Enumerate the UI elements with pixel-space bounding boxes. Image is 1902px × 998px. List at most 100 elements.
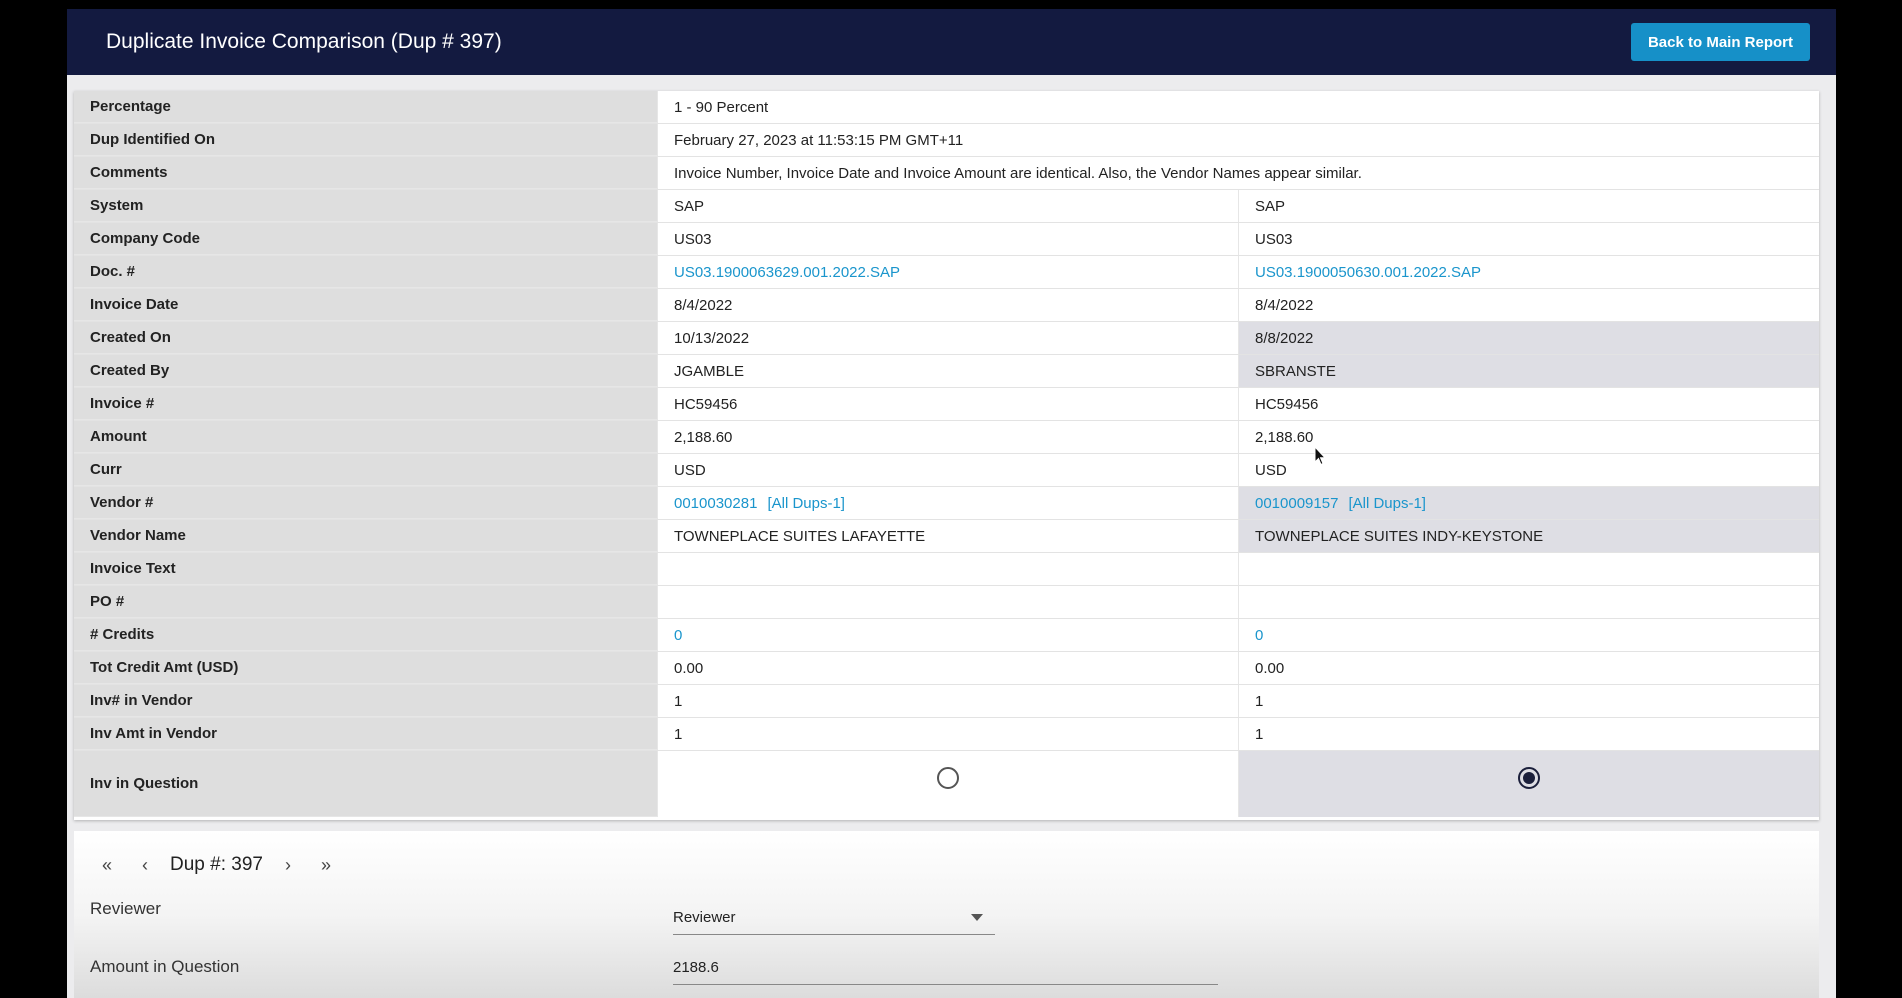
amount-in-question-label: Amount in Question <box>90 957 240 976</box>
row-amount: Amount 2,188.60 2,188.60 <box>74 421 1819 454</box>
invoice-a-cell: 0010030281 [All Dups-1] <box>657 487 1238 519</box>
row-label: Comments <box>74 157 657 189</box>
row-vendor-no: Vendor # 0010030281 [All Dups-1] 0010009… <box>74 487 1819 520</box>
invoice-b-value: SAP <box>1238 190 1819 222</box>
dup-pager: « ‹ Dup #: 397 › » <box>88 854 345 876</box>
row-label: Curr <box>74 454 657 486</box>
review-panel: « ‹ Dup #: 397 › » Reviewer Reviewer Amo… <box>74 831 1819 998</box>
invoice-b-cell-selected <box>1238 751 1819 817</box>
row-label: Invoice # <box>74 388 657 420</box>
row-label: Percentage <box>74 91 657 123</box>
row-dup-identified: Dup Identified On February 27, 2023 at 1… <box>74 124 1819 157</box>
row-label: Invoice Text <box>74 553 657 585</box>
row-label: Inv in Question <box>74 751 657 817</box>
row-tot-credit: Tot Credit Amt (USD) 0.00 0.00 <box>74 652 1819 685</box>
invoice-a-value: JGAMBLE <box>657 355 1238 387</box>
dup-number-label: Dup #: 397 <box>170 854 263 875</box>
header-bar: Duplicate Invoice Comparison (Dup # 397)… <box>67 9 1836 75</box>
reviewer-select-value: Reviewer <box>673 909 736 926</box>
invoice-a-value <box>657 553 1238 585</box>
row-label: PO # <box>74 586 657 618</box>
invoice-a-cell: 0 <box>657 619 1238 651</box>
invoice-b-cell: 0 <box>1238 619 1819 651</box>
row-inv-amt-vendor: Inv Amt in Vendor 1 1 <box>74 718 1819 751</box>
invoice-b-cell-different: 0010009157 [All Dups-1] <box>1238 487 1819 519</box>
reviewer-select[interactable]: Reviewer <box>673 901 995 935</box>
invoice-b-value: US03 <box>1238 223 1819 255</box>
row-label: Inv Amt in Vendor <box>74 718 657 750</box>
back-to-main-report-button[interactable]: Back to Main Report <box>1630 23 1810 61</box>
prev-page-icon[interactable]: ‹ <box>126 855 164 876</box>
invoice-a-value <box>657 586 1238 618</box>
row-created-on: Created On 10/13/2022 8/8/2022 <box>74 322 1819 355</box>
row-label: Vendor # <box>74 487 657 519</box>
row-comments: Comments Invoice Number, Invoice Date an… <box>74 157 1819 190</box>
row-label: Created On <box>74 322 657 354</box>
vendor-link-a[interactable]: 0010030281 <box>674 495 757 512</box>
row-label: Amount <box>74 421 657 453</box>
comparison-table: Percentage 1 - 90 Percent Dup Identified… <box>74 91 1819 820</box>
row-label: Vendor Name <box>74 520 657 552</box>
row-credits: # Credits 0 0 <box>74 619 1819 652</box>
invoice-b-value <box>1238 553 1819 585</box>
invoice-a-value: TOWNEPLACE SUITES LAFAYETTE <box>657 520 1238 552</box>
invoice-a-value: SAP <box>657 190 1238 222</box>
row-label: Inv# in Vendor <box>74 685 657 717</box>
row-vendor-name: Vendor Name TOWNEPLACE SUITES LAFAYETTE … <box>74 520 1819 553</box>
last-page-icon[interactable]: » <box>307 855 345 876</box>
row-invoice-date: Invoice Date 8/4/2022 8/4/2022 <box>74 289 1819 322</box>
next-page-icon[interactable]: › <box>269 855 307 876</box>
first-page-icon[interactable]: « <box>88 855 126 876</box>
row-value: Invoice Number, Invoice Date and Invoice… <box>657 157 1819 189</box>
row-inv-in-vendor: Inv# in Vendor 1 1 <box>74 685 1819 718</box>
invoice-a-value: 2,188.60 <box>657 421 1238 453</box>
vendor-link-b[interactable]: 0010009157 <box>1255 495 1338 512</box>
row-doc-no: Doc. # US03.1900063629.001.2022.SAP US03… <box>74 256 1819 289</box>
credits-link-b[interactable]: 0 <box>1255 627 1263 644</box>
all-dups-link-b[interactable]: [All Dups-1] <box>1348 495 1426 512</box>
doc-link-a[interactable]: US03.1900063629.001.2022.SAP <box>674 264 900 281</box>
invoice-a-value: US03 <box>657 223 1238 255</box>
invoice-b-cell: US03.1900050630.001.2022.SAP <box>1238 256 1819 288</box>
row-label: Company Code <box>74 223 657 255</box>
caret-down-icon <box>971 914 983 921</box>
row-value: 1 - 90 Percent <box>657 91 1819 123</box>
page-title: Duplicate Invoice Comparison (Dup # 397) <box>106 30 502 53</box>
amount-in-question-input[interactable]: 2188.6 <box>673 951 1218 985</box>
row-label: Doc. # <box>74 256 657 288</box>
invoice-b-value-different: SBRANSTE <box>1238 355 1819 387</box>
row-label: Dup Identified On <box>74 124 657 156</box>
invoice-b-value: HC59456 <box>1238 388 1819 420</box>
invoice-b-value: 8/4/2022 <box>1238 289 1819 321</box>
row-label: # Credits <box>74 619 657 651</box>
doc-link-b[interactable]: US03.1900050630.001.2022.SAP <box>1255 264 1481 281</box>
row-company-code: Company Code US03 US03 <box>74 223 1819 256</box>
invoice-a-cell: US03.1900063629.001.2022.SAP <box>657 256 1238 288</box>
invoice-a-value: 1 <box>657 718 1238 750</box>
invoice-b-value: 1 <box>1238 718 1819 750</box>
all-dups-link-a[interactable]: [All Dups-1] <box>767 495 845 512</box>
inv-in-question-radio-b[interactable] <box>1518 767 1540 789</box>
row-created-by: Created By JGAMBLE SBRANSTE <box>74 355 1819 388</box>
row-invoice-text: Invoice Text <box>74 553 1819 586</box>
row-curr: Curr USD USD <box>74 454 1819 487</box>
row-label: Created By <box>74 355 657 387</box>
row-invoice-no: Invoice # HC59456 HC59456 <box>74 388 1819 421</box>
invoice-a-value: HC59456 <box>657 388 1238 420</box>
row-percentage: Percentage 1 - 90 Percent <box>74 91 1819 124</box>
credits-link-a[interactable]: 0 <box>674 627 682 644</box>
row-value: February 27, 2023 at 11:53:15 PM GMT+11 <box>657 124 1819 156</box>
row-label: System <box>74 190 657 222</box>
invoice-b-value: 1 <box>1238 685 1819 717</box>
invoice-a-cell <box>657 751 1238 817</box>
row-label: Tot Credit Amt (USD) <box>74 652 657 684</box>
invoice-a-value: 10/13/2022 <box>657 322 1238 354</box>
app-window: Duplicate Invoice Comparison (Dup # 397)… <box>67 9 1836 998</box>
row-po-no: PO # <box>74 586 1819 619</box>
invoice-a-value: 8/4/2022 <box>657 289 1238 321</box>
invoice-b-value <box>1238 586 1819 618</box>
reviewer-label: Reviewer <box>90 899 161 918</box>
row-system: System SAP SAP <box>74 190 1819 223</box>
inv-in-question-radio-a[interactable] <box>937 767 959 789</box>
mouse-cursor-icon <box>1314 446 1326 466</box>
